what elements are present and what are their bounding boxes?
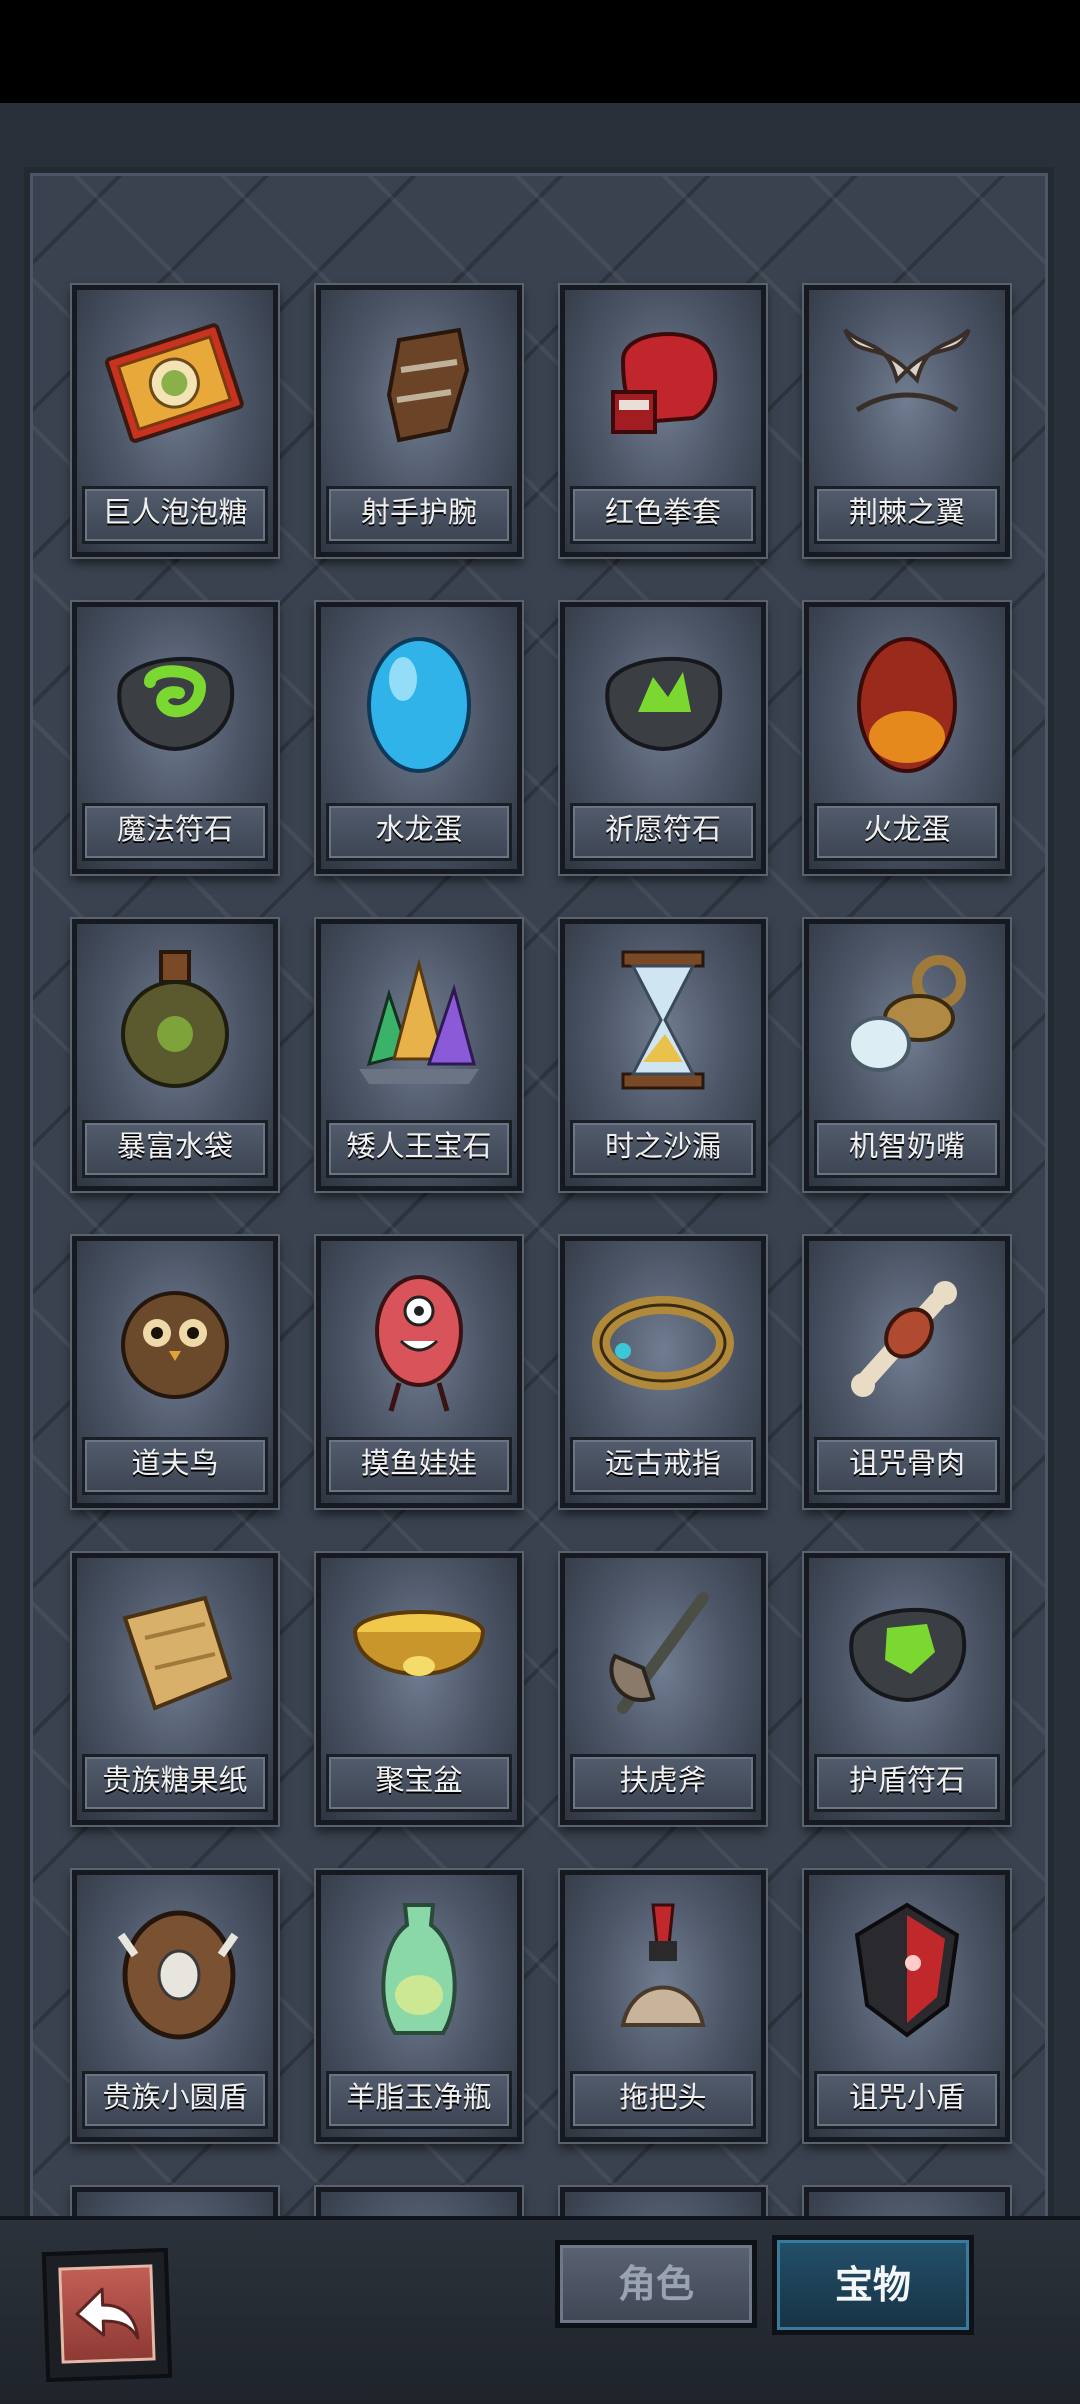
owl-icon <box>95 1251 255 1421</box>
item-name: 拖把头 <box>570 2071 756 2129</box>
item-name: 护盾符石 <box>814 1754 1000 1812</box>
item-name: 时之沙漏 <box>570 1120 756 1178</box>
item-name: 巨人泡泡糖 <box>82 486 268 544</box>
item-slot[interactable]: 荆棘之翼 <box>804 285 1010 557</box>
item-slot[interactable]: 聚宝盆 <box>316 1553 522 1825</box>
item-name: 水龙蛋 <box>326 803 512 861</box>
candy-paper-icon <box>95 1568 255 1738</box>
treasure-panel: 巨人泡泡糖 射手护腕 红色拳套 荆棘之翼魔法符石 水龙蛋 祈愿符石 火龙蛋暴富水袋 矮人王宝石… <box>0 103 1080 2333</box>
ancient-ring-icon <box>583 1251 743 1421</box>
boxing-glove-icon <box>583 300 743 470</box>
item-name: 聚宝盆 <box>326 1754 512 1812</box>
back-button[interactable] <box>41 2247 173 2383</box>
item-slot[interactable]: 时之沙漏 <box>560 919 766 1191</box>
item-slot[interactable]: 护盾符石 <box>804 1553 1010 1825</box>
item-slot[interactable]: 机智奶嘴 <box>804 919 1010 1191</box>
item-name: 魔法符石 <box>82 803 268 861</box>
item-slot[interactable]: 巨人泡泡糖 <box>72 285 278 557</box>
item-name: 诅咒骨肉 <box>814 1437 1000 1495</box>
bracer-icon <box>339 300 499 470</box>
water-dragon-egg-icon <box>339 617 499 787</box>
item-slot[interactable]: 红色拳套 <box>560 285 766 557</box>
item-slot[interactable]: 火龙蛋 <box>804 602 1010 874</box>
item-name: 荆棘之翼 <box>814 486 1000 544</box>
item-name: 火龙蛋 <box>814 803 1000 861</box>
item-slot[interactable]: 扶虎斧 <box>560 1553 766 1825</box>
status-bar <box>0 0 1080 103</box>
treasure-bowl-icon <box>339 1568 499 1738</box>
water-flask-icon <box>95 934 255 1104</box>
tab-role[interactable]: 角色 <box>555 2240 757 2328</box>
item-slot[interactable]: 祈愿符石 <box>560 602 766 874</box>
item-slot[interactable]: 摸鱼娃娃 <box>316 1236 522 1508</box>
item-slot[interactable]: 水龙蛋 <box>316 602 522 874</box>
gum-box-icon <box>95 300 255 470</box>
item-name: 红色拳套 <box>570 486 756 544</box>
item-slot[interactable]: 诅咒骨肉 <box>804 1236 1010 1508</box>
pacifier-icon <box>827 934 987 1104</box>
bone-meat-icon <box>827 1251 987 1421</box>
item-name: 机智奶嘴 <box>814 1120 1000 1178</box>
wish-rune-stone-icon <box>583 617 743 787</box>
item-slot[interactable]: 矮人王宝石 <box>316 919 522 1191</box>
item-slot[interactable]: 暴富水袋 <box>72 919 278 1191</box>
item-collection[interactable]: 巨人泡泡糖 射手护腕 红色拳套 荆棘之翼魔法符石 水龙蛋 祈愿符石 火龙蛋暴富水袋 矮人王宝石… <box>24 167 1054 2333</box>
item-slot[interactable]: 贵族小圆盾 <box>72 1870 278 2142</box>
item-name: 射手护腕 <box>326 486 512 544</box>
shield-rune-stone-icon <box>827 1568 987 1738</box>
item-slot[interactable]: 魔法符石 <box>72 602 278 874</box>
item-name: 诅咒小盾 <box>814 2071 1000 2129</box>
hourglass-icon <box>583 934 743 1104</box>
item-name: 羊脂玉净瓶 <box>326 2071 512 2129</box>
mop-head-icon <box>583 1885 743 2055</box>
cursed-shield-icon <box>827 1885 987 2055</box>
tab-treasure[interactable]: 宝物 <box>772 2235 974 2335</box>
item-slot[interactable]: 拖把头 <box>560 1870 766 2142</box>
item-name: 矮人王宝石 <box>326 1120 512 1178</box>
jade-vase-icon <box>339 1885 499 2055</box>
item-slot[interactable]: 羊脂玉净瓶 <box>316 1870 522 2142</box>
back-arrow-icon <box>75 2287 140 2340</box>
item-slot[interactable]: 道夫鸟 <box>72 1236 278 1508</box>
axe-icon <box>583 1568 743 1738</box>
item-slot[interactable]: 贵族糖果纸 <box>72 1553 278 1825</box>
item-name: 远古戒指 <box>570 1437 756 1495</box>
crystal-gems-icon <box>339 934 499 1104</box>
magic-rune-stone-icon <box>95 617 255 787</box>
item-name: 道夫鸟 <box>82 1437 268 1495</box>
item-slot[interactable]: 诅咒小盾 <box>804 1870 1010 2142</box>
red-doll-icon <box>339 1251 499 1421</box>
round-shield-icon <box>95 1885 255 2055</box>
item-name: 扶虎斧 <box>570 1754 756 1812</box>
item-name: 贵族糖果纸 <box>82 1754 268 1812</box>
thorn-wings-icon <box>827 300 987 470</box>
item-slot[interactable]: 射手护腕 <box>316 285 522 557</box>
item-name: 暴富水袋 <box>82 1120 268 1178</box>
item-name: 祈愿符石 <box>570 803 756 861</box>
item-slot[interactable]: 远古戒指 <box>560 1236 766 1508</box>
fire-dragon-egg-icon <box>827 617 987 787</box>
item-name: 摸鱼娃娃 <box>326 1437 512 1495</box>
item-name: 贵族小圆盾 <box>82 2071 268 2129</box>
